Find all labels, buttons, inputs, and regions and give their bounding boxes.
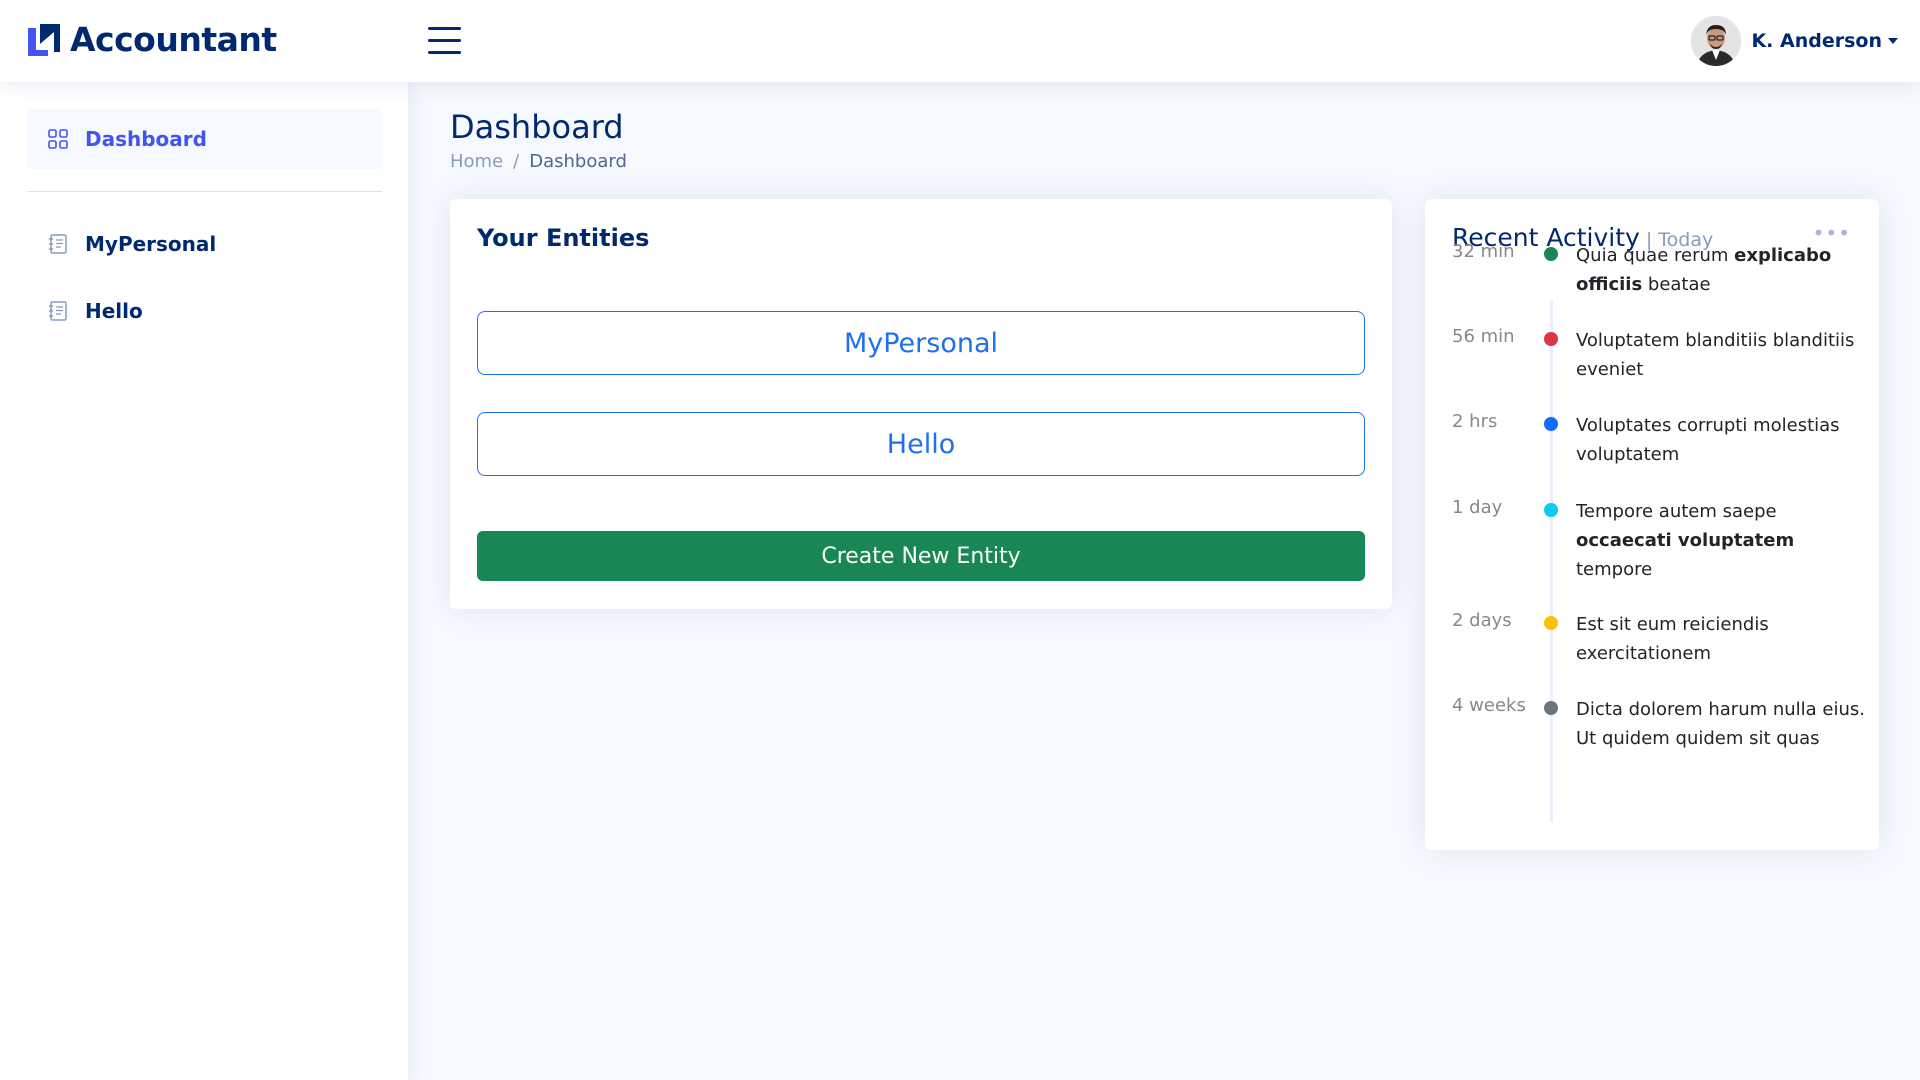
- status-dot-icon: [1544, 417, 1558, 431]
- status-dot-icon: [1544, 503, 1558, 517]
- activity-text: Quia quae rerum explicabo officiis beata…: [1576, 245, 1832, 295]
- activity-text: Est sit eum reiciendis exercitationem: [1576, 614, 1769, 664]
- status-dot-icon: [1544, 332, 1558, 346]
- entities-card: Your Entities MyPersonal Hello Create Ne…: [450, 199, 1392, 609]
- recent-activity-card: Recent Activity | Today ••• 32 min Quia q…: [1425, 199, 1879, 850]
- sidebar-divider: [27, 191, 382, 192]
- sidebar-item-label: MyPersonal: [85, 232, 217, 256]
- grid-icon: [48, 129, 68, 149]
- activity-time: 2 hrs: [1452, 411, 1498, 432]
- sidebar-item-hello[interactable]: Hello: [27, 281, 382, 341]
- activity-time: 56 min: [1452, 326, 1515, 347]
- page-title: Dashboard: [450, 108, 624, 146]
- activity-text: Voluptates corrupti molestias voluptatem: [1576, 415, 1840, 465]
- sidebar-item-label: Dashboard: [85, 127, 207, 151]
- sidebar: Dashboard MyPersonal Hello: [0, 82, 408, 1080]
- profile-name: K. Anderson: [1751, 30, 1882, 52]
- activity-text: Tempore autem saepe occaecati voluptatem…: [1576, 501, 1795, 580]
- app-logo[interactable]: Accountant: [26, 20, 277, 59]
- user-photo-icon: [1691, 16, 1742, 66]
- activity-time: 1 day: [1452, 497, 1503, 518]
- sidebar-item-dashboard[interactable]: Dashboard: [27, 109, 382, 169]
- sidebar-item-mypersonal[interactable]: MyPersonal: [27, 214, 382, 274]
- status-dot-icon: [1544, 247, 1558, 261]
- top-header: Accountant K. Anderson: [0, 0, 1920, 82]
- breadcrumb: Home / Dashboard: [450, 151, 627, 172]
- logo-icon: [28, 23, 60, 56]
- avatar: [1691, 16, 1742, 66]
- activity-text: Dicta dolorem harum nulla eius. Ut quide…: [1576, 699, 1866, 749]
- entity-button-mypersonal[interactable]: MyPersonal: [477, 311, 1365, 375]
- activity-time: 4 weeks: [1452, 695, 1526, 716]
- chevron-down-icon: [1888, 38, 1898, 44]
- status-dot-icon: [1544, 616, 1558, 630]
- activity-time: 2 days: [1452, 610, 1512, 631]
- create-entity-button[interactable]: Create New Entity: [477, 531, 1365, 581]
- toggle-sidebar-icon[interactable]: [428, 27, 461, 55]
- breadcrumb-separator: /: [513, 151, 520, 172]
- breadcrumb-home-link[interactable]: Home: [450, 151, 503, 172]
- journal-text-icon: [49, 301, 67, 321]
- journal-text-icon: [49, 234, 67, 254]
- breadcrumb-current: Dashboard: [529, 151, 627, 172]
- timeline-line: [1550, 300, 1553, 822]
- profile-dropdown[interactable]: K. Anderson: [1691, 16, 1898, 66]
- activity-text: Voluptatem blanditiis blanditiis eveniet: [1576, 330, 1855, 380]
- entities-card-title: Your Entities: [477, 224, 650, 252]
- app-name: Accountant: [70, 20, 277, 59]
- entity-button-hello[interactable]: Hello: [477, 412, 1365, 476]
- sidebar-item-label: Hello: [85, 299, 143, 323]
- activity-time: 32 min: [1452, 241, 1515, 262]
- status-dot-icon: [1544, 701, 1558, 715]
